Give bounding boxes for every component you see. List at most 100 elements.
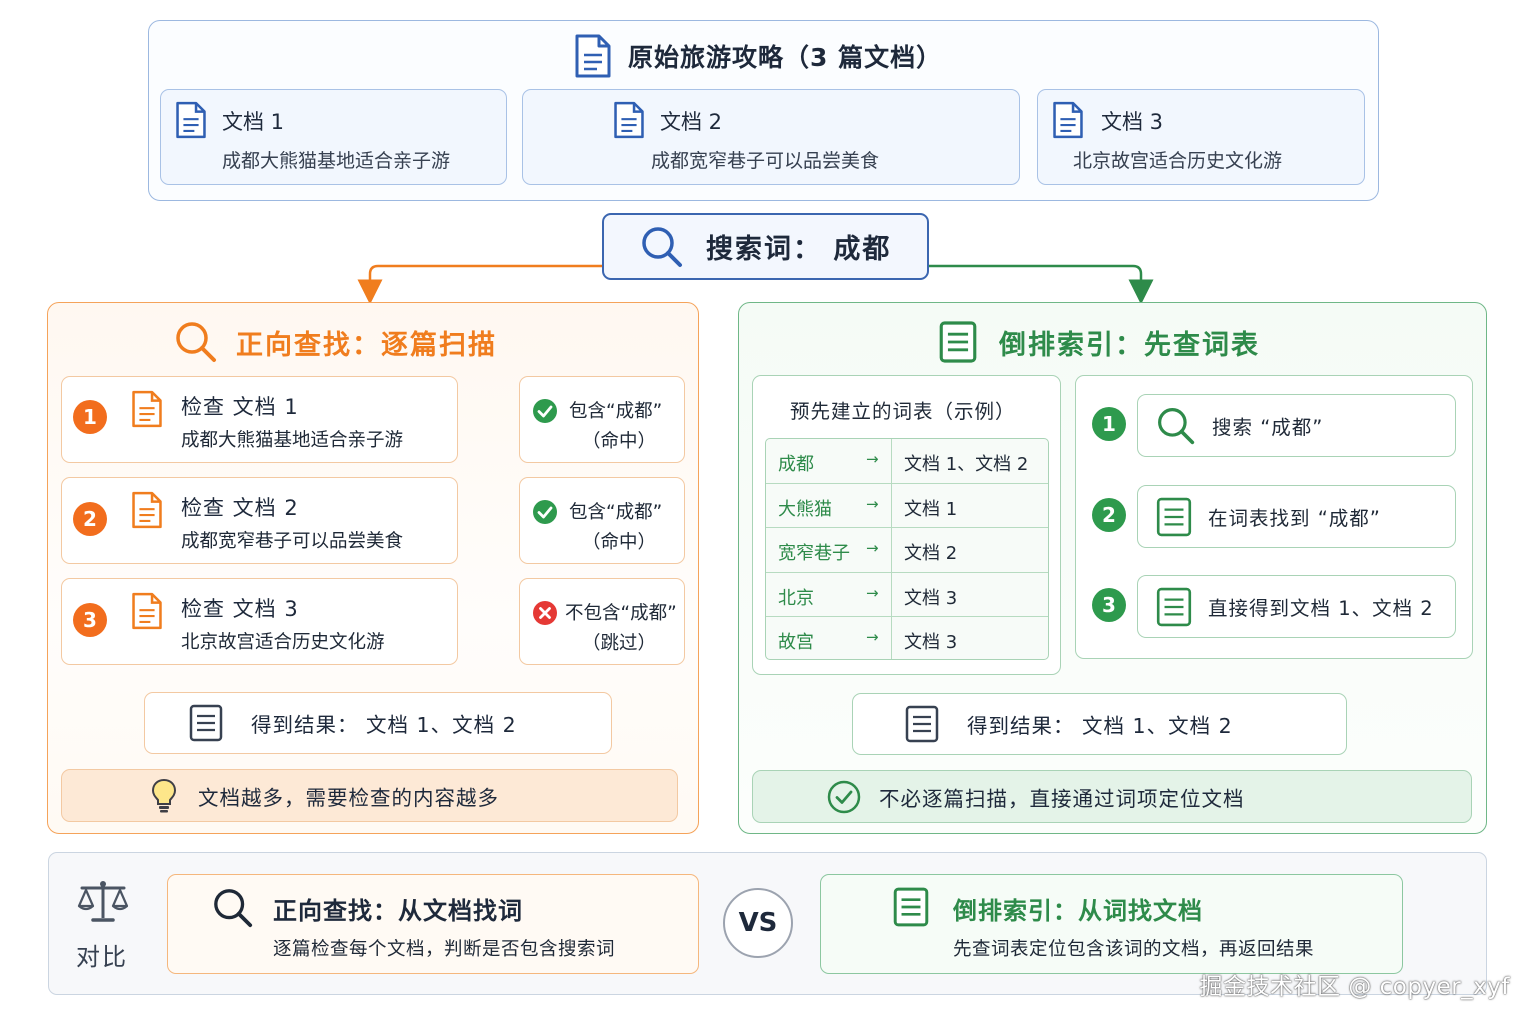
arrow-right-icon: →: [866, 450, 879, 468]
vs-badge: VS: [723, 888, 793, 958]
check-circle-icon: [827, 780, 861, 813]
dict-term: 故宫: [778, 632, 814, 653]
dictionary-table: 成都 → 文档 1、文档 2 大熊猫 → 文档 1 宽窄巷子 → 文档 2 北京 → 文档 3 …: [765, 438, 1049, 660]
forward-result-box: 得到结果： 文档 1、文档 2: [144, 692, 612, 754]
check-title: 检查 文档 3: [181, 597, 299, 621]
cross-circle-icon: [533, 601, 557, 625]
check-circle-icon: [533, 399, 557, 423]
lookup-step-2: 在词表找到 “成都”: [1137, 485, 1456, 548]
document-icon: [614, 101, 644, 139]
doc-name: 文档 2: [660, 110, 723, 134]
result-status: （命中）: [582, 431, 657, 452]
watermark: 掘金技术社区 @ copyer_xyf: [1199, 974, 1510, 1000]
doc-name: 文档 3: [1101, 110, 1164, 134]
step-number: 1: [1092, 407, 1126, 441]
lightbulb-icon: [151, 778, 177, 812]
list-document-icon: [893, 887, 929, 927]
result-text: 包含“成都”: [569, 502, 663, 523]
document-icon: [132, 491, 162, 529]
document-icon: [132, 592, 162, 630]
comparison-forward-title: 正向查找：从文档找词: [273, 897, 523, 925]
search-icon: [1158, 407, 1195, 444]
inverted-index-title: 倒排索引：先查词表: [939, 318, 1260, 366]
comparison-forward-card: 正向查找：从文档找词 逐篇检查每个文档，判断是否包含搜索词: [167, 874, 699, 974]
dictionary-title: 预先建立的词表（示例）: [790, 400, 1016, 423]
dict-term: 大熊猫: [778, 499, 832, 520]
check-circle-icon: [533, 500, 557, 524]
document-icon: [132, 390, 162, 428]
forward-tip-text: 文档越多，需要检查的内容越多: [198, 785, 499, 810]
list-document-icon: [1156, 497, 1192, 536]
result-status: （命中）: [582, 532, 657, 553]
forward-scan-title: 正向查找：逐篇扫描: [174, 318, 497, 366]
dict-docs: 文档 1、文档 2: [904, 454, 1029, 475]
check-desc: 成都宽窄巷子可以品尝美食: [181, 531, 404, 552]
check-desc: 成都大熊猫基地适合亲子游: [181, 430, 404, 451]
dict-term: 宽窄巷子: [778, 543, 850, 564]
check-card-1: 1 检查 文档 1 成都大熊猫基地适合亲子游: [61, 376, 458, 463]
comparison-forward-desc: 逐篇检查每个文档，判断是否包含搜索词: [273, 939, 616, 960]
step-number: 3: [1092, 588, 1126, 622]
search-icon: [642, 226, 682, 267]
inverted-tip: 不必逐篇扫描，直接通过词项定位文档: [752, 770, 1472, 823]
doc-desc: 北京故宫适合历史文化游: [1073, 150, 1283, 172]
search-icon: [214, 889, 253, 928]
inverted-result-box: 得到结果： 文档 1、文档 2: [852, 693, 1347, 755]
comparison-inverted-title: 倒排索引：从词找文档: [953, 897, 1203, 925]
step-number: 2: [1092, 498, 1126, 532]
check-title: 检查 文档 1: [181, 395, 299, 419]
dictionary-row: 大熊猫 → 文档 1: [766, 483, 1048, 528]
arrow-right-icon: →: [866, 628, 879, 646]
check-title: 检查 文档 2: [181, 496, 299, 520]
result-status: （跳过）: [582, 633, 657, 654]
step-number: 1: [73, 400, 107, 434]
lookup-step-text: 直接得到文档 1、文档 2: [1208, 597, 1434, 620]
doc-desc: 成都宽窄巷子可以品尝美食: [651, 150, 880, 172]
comparison-label: 对比: [76, 943, 128, 971]
dictionary-row: 北京 → 文档 3: [766, 572, 1048, 617]
forward-tip: 文档越多，需要检查的内容越多: [61, 769, 678, 822]
lookup-step-text: 搜索 “成都”: [1212, 416, 1324, 439]
document-icon: [1053, 101, 1083, 139]
doc-card-2: 文档 2 成都宽窄巷子可以品尝美食: [522, 89, 1020, 185]
arrow-right-icon: →: [866, 495, 879, 513]
inverted-tip-text: 不必逐篇扫描，直接通过词项定位文档: [879, 786, 1245, 811]
list-document-icon: [905, 705, 939, 743]
dictionary-row: 故宫 → 文档 3: [766, 616, 1048, 659]
arrow-right-icon: →: [866, 539, 879, 557]
comparison-inverted-card: 倒排索引：从词找文档 先查词表定位包含该词的文档，再返回结果: [820, 874, 1403, 974]
check-desc: 北京故宫适合历史文化游: [181, 632, 385, 653]
check-result-2: 包含“成都” （命中）: [519, 477, 685, 564]
inverted-result-text: 得到结果： 文档 1、文档 2: [967, 714, 1233, 738]
list-document-icon: [1156, 587, 1192, 626]
source-docs-title: 原始旅游攻略（3 篇文档）: [574, 32, 942, 80]
dict-docs: 文档 2: [904, 543, 958, 564]
source-docs-title-text: 原始旅游攻略（3 篇文档）: [628, 43, 943, 72]
dict-docs: 文档 3: [904, 632, 958, 653]
check-card-2: 2 检查 文档 2 成都宽窄巷子可以品尝美食: [61, 477, 458, 564]
doc-card-3: 文档 3 北京故宫适合历史文化游: [1037, 89, 1365, 185]
inverted-index-title-text: 倒排索引：先查词表: [999, 329, 1260, 361]
doc-desc: 成都大熊猫基地适合亲子游: [222, 150, 451, 172]
comparison-inverted-desc: 先查词表定位包含该词的文档，再返回结果: [953, 939, 1315, 960]
search-term-text: 搜索词： 成都: [706, 234, 892, 265]
forward-result-text: 得到结果： 文档 1、文档 2: [251, 713, 517, 737]
list-document-icon: [189, 704, 223, 742]
lookup-step-3: 直接得到文档 1、文档 2: [1137, 575, 1456, 638]
check-card-3: 3 检查 文档 3 北京故宫适合历史文化游: [61, 578, 458, 665]
balance-scale-icon: [77, 881, 129, 922]
list-document-icon: [939, 321, 977, 363]
dictionary-row: 成都 → 文档 1、文档 2: [766, 439, 1048, 483]
result-text: 包含“成都”: [569, 401, 663, 422]
dict-docs: 文档 3: [904, 588, 958, 609]
search-term-box: 搜索词： 成都: [602, 213, 929, 280]
step-number: 3: [73, 603, 107, 637]
result-text: 不包含“成都”: [565, 603, 677, 624]
doc-card-1: 文档 1 成都大熊猫基地适合亲子游: [160, 89, 507, 185]
check-result-1: 包含“成都” （命中）: [519, 376, 685, 463]
forward-scan-title-text: 正向查找：逐篇扫描: [236, 329, 497, 361]
arrow-right-icon: →: [866, 584, 879, 602]
check-result-3: 不包含“成都” （跳过）: [519, 578, 685, 665]
search-icon: [176, 322, 216, 362]
doc-name: 文档 1: [222, 110, 285, 134]
